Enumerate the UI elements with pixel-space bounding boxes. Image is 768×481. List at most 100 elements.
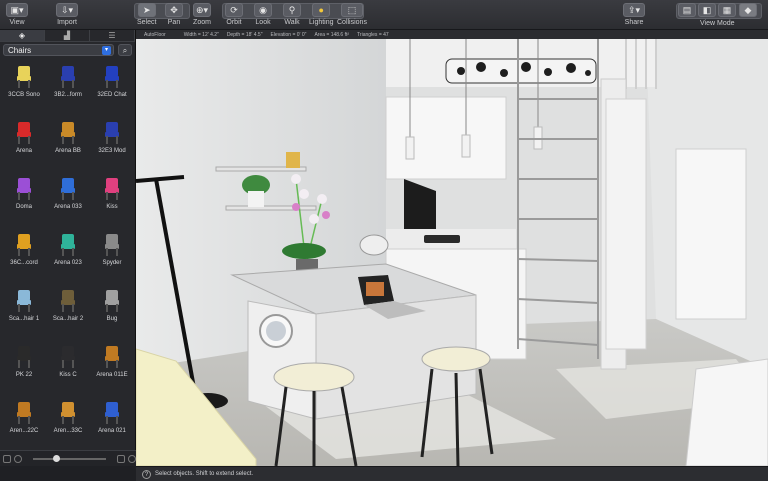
library-item[interactable]: Arena 023 — [46, 230, 90, 280]
library-item[interactable]: Arena 011E — [90, 342, 134, 392]
wall-shelf-bottom — [225, 205, 317, 211]
library-item[interactable]: PK 22 — [2, 342, 46, 392]
lighting-button[interactable]: ● Lighting — [309, 3, 334, 26]
chair-thumbnail — [15, 122, 33, 144]
view-mode-2d-button[interactable]: ▤ — [678, 3, 696, 17]
chair-thumbnail — [103, 122, 121, 144]
render-icon: ◆ — [739, 3, 757, 17]
library-item-label: Arena — [15, 148, 32, 154]
collection-icon[interactable] — [13, 454, 22, 463]
view-mode-split-button[interactable]: ◧ — [698, 3, 716, 17]
pan-tool-button[interactable]: ✥ Pan — [165, 3, 183, 26]
library-item[interactable]: Bug — [90, 286, 134, 336]
app-window: ▣▾ View ⇩▾ Import ➤ Select ✥ Pan ⊕▾ Zoom… — [0, 0, 768, 481]
library-item[interactable]: 3CCB Sono — [2, 62, 46, 112]
small-size-icon[interactable] — [3, 454, 11, 463]
library-item[interactable]: Arena 033 — [46, 174, 90, 224]
library-item[interactable]: Sca...hair 1 — [2, 286, 46, 336]
help-icon[interactable]: ? — [142, 469, 151, 479]
thumbnail-size-slider[interactable] — [32, 454, 107, 462]
chair-thumbnail — [103, 66, 121, 88]
tab-list[interactable]: ☰ — [90, 30, 135, 41]
library-item[interactable]: Sca...hair 2 — [46, 286, 90, 336]
library-item[interactable]: Doma — [2, 174, 46, 224]
tab-objects[interactable]: ◈ — [0, 30, 45, 41]
chair-thumbnail — [15, 290, 33, 312]
chair-thumbnail — [103, 234, 121, 256]
chair-thumbnail — [15, 66, 33, 88]
library-item[interactable]: 36C...cord — [2, 230, 46, 280]
library-item[interactable]: Arena 021 — [90, 398, 134, 448]
toolbar: ▣▾ View ⇩▾ Import ➤ Select ✥ Pan ⊕▾ Zoom… — [0, 0, 768, 30]
3d-scene[interactable] — [136, 39, 768, 466]
laptop-display — [366, 282, 384, 296]
walk-tool-button[interactable]: ⚲ Walk — [283, 3, 301, 26]
library-item[interactable]: 3B2...form — [46, 62, 90, 112]
washing-machine-door — [266, 321, 286, 341]
large-size-icon[interactable] — [117, 454, 126, 463]
cooktop — [424, 235, 460, 243]
chair-thumbnail — [15, 178, 33, 200]
library-item[interactable]: Aren...33C — [46, 398, 90, 448]
library-item-label: Sca...hair 2 — [52, 316, 84, 322]
settings-icon[interactable] — [128, 454, 136, 463]
status-hint: Select objects. Shift to extend select. — [155, 471, 254, 477]
chair-thumbnail — [15, 346, 33, 368]
chair-thumbnail — [59, 402, 77, 424]
import-icon: ⇩▾ — [56, 3, 78, 17]
library-item[interactable]: Arena BB — [46, 118, 90, 168]
library-item[interactable]: Kiss C — [46, 342, 90, 392]
chair-thumbnail — [103, 178, 121, 200]
view-mode-render-button[interactable]: ◆ — [739, 3, 757, 17]
category-select[interactable]: Chairs ▾ — [3, 44, 114, 56]
chair-thumbnail — [103, 290, 121, 312]
bulb-icon: ● — [312, 3, 331, 17]
select-tool-button[interactable]: ➤ Select — [137, 3, 156, 26]
library-item-label: Arena 023 — [54, 260, 82, 266]
upper-cabinet — [385, 96, 507, 180]
library-item[interactable]: Kiss — [90, 174, 134, 224]
mode-readout: AutoFloor — [144, 31, 166, 38]
split-view-icon: ◧ — [698, 3, 716, 17]
plan-icon: ▤ — [678, 3, 696, 17]
3d-viewport[interactable] — [136, 39, 768, 466]
import-button[interactable]: ⇩▾ Import — [56, 3, 78, 26]
library-item[interactable]: Spyder — [90, 230, 134, 280]
width-readout: Width = 12' 4.2" — [183, 31, 219, 38]
library-item-label: Kiss — [106, 204, 118, 210]
doorway — [675, 148, 747, 320]
look-tool-button[interactable]: ◉ Look — [254, 3, 272, 26]
shelf-pot — [248, 191, 264, 207]
chair-thumbnail — [59, 122, 77, 144]
view-button[interactable]: ▣▾ View — [6, 3, 28, 26]
search-button[interactable]: ⌕ — [118, 44, 132, 56]
library-item-label: 36C...cord — [10, 260, 38, 266]
tab-materials[interactable]: ▟ — [45, 30, 90, 41]
orbit-tool-button[interactable]: ⟳ Orbit — [225, 3, 243, 26]
chair-thumbnail — [59, 346, 77, 368]
share-button[interactable]: ⇪▾ Share — [623, 3, 645, 26]
orbit-icon: ⟳ — [225, 3, 243, 17]
pan-icon: ✥ — [165, 3, 183, 17]
library-item-label: Kiss C — [59, 372, 77, 378]
view-mode-label: View Mode — [700, 20, 735, 27]
library-item-label: 3CCB Sono — [8, 92, 40, 98]
chair-tab-icon: ◈ — [18, 31, 26, 40]
zoom-tool-button[interactable]: ⊕▾ Zoom — [193, 3, 211, 26]
library-item[interactable]: 32ED Chat — [90, 62, 134, 112]
area-readout: Area = 148.6 ft² — [314, 31, 350, 38]
library-item-label: Aren...33C — [53, 428, 83, 434]
slider-knob[interactable] — [52, 454, 60, 462]
collisions-button[interactable]: ⬚ Collisions — [337, 3, 367, 26]
library-item[interactable]: 32E3 Mod — [90, 118, 134, 168]
info-bar: AutoFloor Width = 12' 4.2" Depth = 18' 4… — [136, 30, 768, 39]
library-item[interactable]: Arena — [2, 118, 46, 168]
library-item-label: Doma — [15, 204, 32, 210]
library-item[interactable]: Aren...22C — [2, 398, 46, 448]
chair-thumbnail — [59, 178, 77, 200]
collisions-icon: ⬚ — [340, 3, 363, 17]
view-mode-3d-button[interactable]: ▦ — [718, 3, 736, 17]
library-item-label: Aren...22C — [9, 428, 39, 434]
library-item-label: Arena 011E — [96, 372, 128, 378]
category-value: Chairs — [8, 45, 32, 55]
